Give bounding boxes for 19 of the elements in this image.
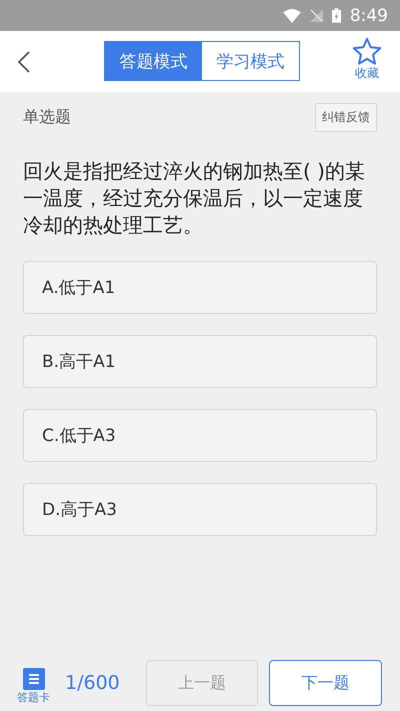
answer-card-button[interactable]: 答题卡	[17, 668, 50, 704]
back-icon[interactable]	[18, 50, 30, 72]
star-icon	[352, 37, 382, 65]
answer-option[interactable]: C.低于A3	[23, 409, 377, 462]
status-time: 8:49	[350, 6, 388, 26]
question-text: 回火是指把经过淬火的钢加热至( )的某一温度，经过充分保温后，以一定速度冷却的热处理工艺。	[23, 158, 366, 239]
wifi-icon	[282, 8, 301, 22]
battery-charging-icon	[332, 8, 341, 23]
list-icon	[22, 668, 44, 690]
feedback-button[interactable]: 纠错反馈	[315, 102, 377, 132]
next-button[interactable]: 下一题	[269, 660, 382, 706]
question-type: 单选题	[23, 106, 71, 128]
mode-tab[interactable]: 答题模式	[105, 42, 202, 80]
answer-option[interactable]: D.高于A3	[23, 483, 377, 536]
progress-count: 1/600	[65, 672, 121, 694]
no-signal-icon	[310, 9, 323, 22]
favorite-button[interactable]: 收藏	[352, 37, 382, 82]
answer-option[interactable]: A.低于A1	[23, 261, 377, 314]
answer-option[interactable]: B.高干A1	[23, 335, 377, 388]
